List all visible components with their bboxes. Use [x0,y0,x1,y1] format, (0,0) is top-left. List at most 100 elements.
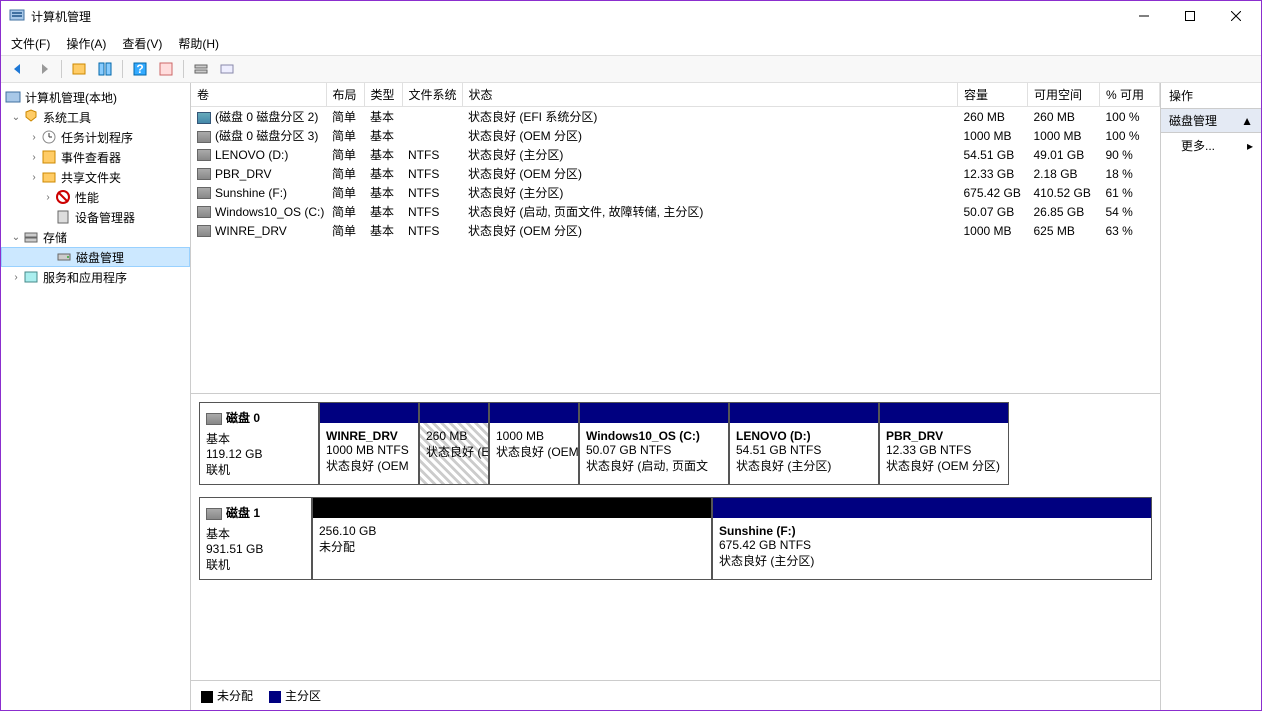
tree-devmgr[interactable]: 设备管理器 [1,207,190,227]
table-row[interactable]: (磁盘 0 磁盘分区 3)简单基本状态良好 (OEM 分区)1000 MB100… [191,126,1160,145]
toolbar-icon-5[interactable] [190,58,212,80]
partition-size: 1000 MB [496,429,544,443]
col-free[interactable]: 可用空间 [1028,83,1100,107]
expand-icon[interactable]: › [27,172,41,183]
table-row[interactable]: Windows10_OS (C:)简单基本NTFS状态良好 (启动, 页面文件,… [191,202,1160,221]
actions-more[interactable]: 更多... ▸ [1161,133,1261,158]
cell-capacity: 50.07 GB [958,202,1028,221]
tree-root[interactable]: 计算机管理(本地) [1,87,190,107]
menubar: 文件(F) 操作(A) 查看(V) 帮助(H) [1,31,1261,55]
partition[interactable]: LENOVO (D:)54.51 GB NTFS状态良好 (主分区) [729,402,879,485]
partition-header [490,403,578,423]
cell-free: 625 MB [1028,221,1100,240]
titlebar: 计算机管理 [1,1,1261,31]
partition[interactable]: WINRE_DRV1000 MB NTFS状态良好 (OEM [319,402,419,485]
expand-icon[interactable]: › [9,272,23,283]
disk-status: 联机 [206,556,305,573]
cell-fs: NTFS [402,202,462,221]
col-type[interactable]: 类型 [364,83,402,107]
cell-pctfree: 100 % [1100,107,1160,127]
actions-pane: 操作 磁盘管理 ▲ 更多... ▸ [1161,83,1261,710]
tree-eventviewer[interactable]: › 事件查看器 [1,147,190,167]
partition[interactable]: Windows10_OS (C:)50.07 GB NTFS状态良好 (启动, … [579,402,729,485]
cell-volume: PBR_DRV [215,167,271,181]
toolbar-icon-2[interactable] [94,58,116,80]
tree-systools-label: 系统工具 [43,109,91,126]
menu-help[interactable]: 帮助(H) [178,35,219,52]
collapse-icon[interactable]: ▲ [1241,114,1253,128]
cell-volume: (磁盘 0 磁盘分区 2) [215,110,318,124]
collapse-icon[interactable]: ⌄ [9,232,23,243]
tree-scheduler[interactable]: › 任务计划程序 [1,127,190,147]
tree-storage-label: 存储 [43,229,67,246]
cell-status: 状态良好 (启动, 页面文件, 故障转储, 主分区) [462,202,958,221]
expand-icon[interactable]: › [27,152,41,163]
partition-size: 12.33 GB NTFS [886,443,971,457]
cell-layout: 简单 [326,202,364,221]
table-row[interactable]: (磁盘 0 磁盘分区 2)简单基本状态良好 (EFI 系统分区)260 MB26… [191,107,1160,127]
cell-volume: Windows10_OS (C:) [215,205,324,219]
disk-info[interactable]: 磁盘 0基本119.12 GB联机 [199,402,319,485]
maximize-button[interactable] [1167,1,1213,31]
toolbar-icon-6[interactable] [216,58,238,80]
expand-icon[interactable]: › [41,192,55,203]
cell-capacity: 675.42 GB [958,183,1028,202]
cell-status: 状态良好 (OEM 分区) [462,126,958,145]
collapse-icon[interactable]: ⌄ [9,112,23,123]
volume-icon [197,187,211,199]
cell-fs: NTFS [402,164,462,183]
table-row[interactable]: WINRE_DRV简单基本NTFS状态良好 (OEM 分区)1000 MB625… [191,221,1160,240]
close-button[interactable] [1213,1,1259,31]
tree-systools[interactable]: ⌄ 系统工具 [1,107,190,127]
nav-tree[interactable]: 计算机管理(本地) ⌄ 系统工具 › 任务计划程序 › 事件查看器 › 共享文件… [1,83,191,710]
table-row[interactable]: LENOVO (D:)简单基本NTFS状态良好 (主分区)54.51 GB49.… [191,145,1160,164]
menu-view[interactable]: 查看(V) [122,35,162,52]
cell-free: 49.01 GB [1028,145,1100,164]
toolbar-icon-4[interactable] [155,58,177,80]
cell-capacity: 54.51 GB [958,145,1028,164]
col-pctfree[interactable]: % 可用 [1100,83,1160,107]
tree-perf-label: 性能 [75,189,99,206]
partition-header [320,403,418,423]
cell-fs: NTFS [402,183,462,202]
help-icon[interactable]: ? [129,58,151,80]
menu-file[interactable]: 文件(F) [11,35,50,52]
volume-grid[interactable]: 卷 布局 类型 文件系统 状态 容量 可用空间 % 可用 (磁盘 0 磁盘分区 … [191,83,1160,393]
partition[interactable]: PBR_DRV12.33 GB NTFS状态良好 (OEM 分区) [879,402,1009,485]
partition[interactable]: 260 MB状态良好 (E [419,402,489,485]
minimize-button[interactable] [1121,1,1167,31]
col-status[interactable]: 状态 [462,83,958,107]
tree-perf[interactable]: › 性能 [1,187,190,207]
partition-title: LENOVO (D:) [736,429,811,443]
forward-button[interactable] [33,58,55,80]
toolbar-icon-1[interactable] [68,58,90,80]
partition-title: PBR_DRV [886,429,943,443]
cell-layout: 简单 [326,164,364,183]
table-row[interactable]: Sunshine (F:)简单基本NTFS状态良好 (主分区)675.42 GB… [191,183,1160,202]
col-capacity[interactable]: 容量 [958,83,1028,107]
tree-shared[interactable]: › 共享文件夹 [1,167,190,187]
cell-free: 26.85 GB [1028,202,1100,221]
volume-icon [197,131,211,143]
tree-diskmgmt[interactable]: 磁盘管理 [1,247,190,267]
actions-section[interactable]: 磁盘管理 ▲ [1161,109,1261,133]
cell-volume: LENOVO (D:) [215,148,288,162]
tree-devmgr-label: 设备管理器 [75,209,135,226]
tree-scheduler-label: 任务计划程序 [61,129,133,146]
col-layout[interactable]: 布局 [326,83,364,107]
back-button[interactable] [7,58,29,80]
menu-action[interactable]: 操作(A) [66,35,106,52]
col-fs[interactable]: 文件系统 [402,83,462,107]
partition-status: 状态良好 (主分区) [736,459,831,473]
disk-graphical-view[interactable]: 磁盘 0基本119.12 GB联机WINRE_DRV1000 MB NTFS状态… [191,393,1160,680]
tree-storage[interactable]: ⌄ 存储 [1,227,190,247]
disk-info[interactable]: 磁盘 1基本931.51 GB联机 [199,497,312,580]
disk-row: 磁盘 0基本119.12 GB联机WINRE_DRV1000 MB NTFS状态… [199,402,1152,485]
partition[interactable]: Sunshine (F:)675.42 GB NTFS状态良好 (主分区) [712,497,1152,580]
col-volume[interactable]: 卷 [191,83,326,107]
partition[interactable]: 256.10 GB未分配 [312,497,712,580]
partition[interactable]: 1000 MB状态良好 (OEM [489,402,579,485]
expand-icon[interactable]: › [27,132,41,143]
table-row[interactable]: PBR_DRV简单基本NTFS状态良好 (OEM 分区)12.33 GB2.18… [191,164,1160,183]
tree-services[interactable]: › 服务和应用程序 [1,267,190,287]
